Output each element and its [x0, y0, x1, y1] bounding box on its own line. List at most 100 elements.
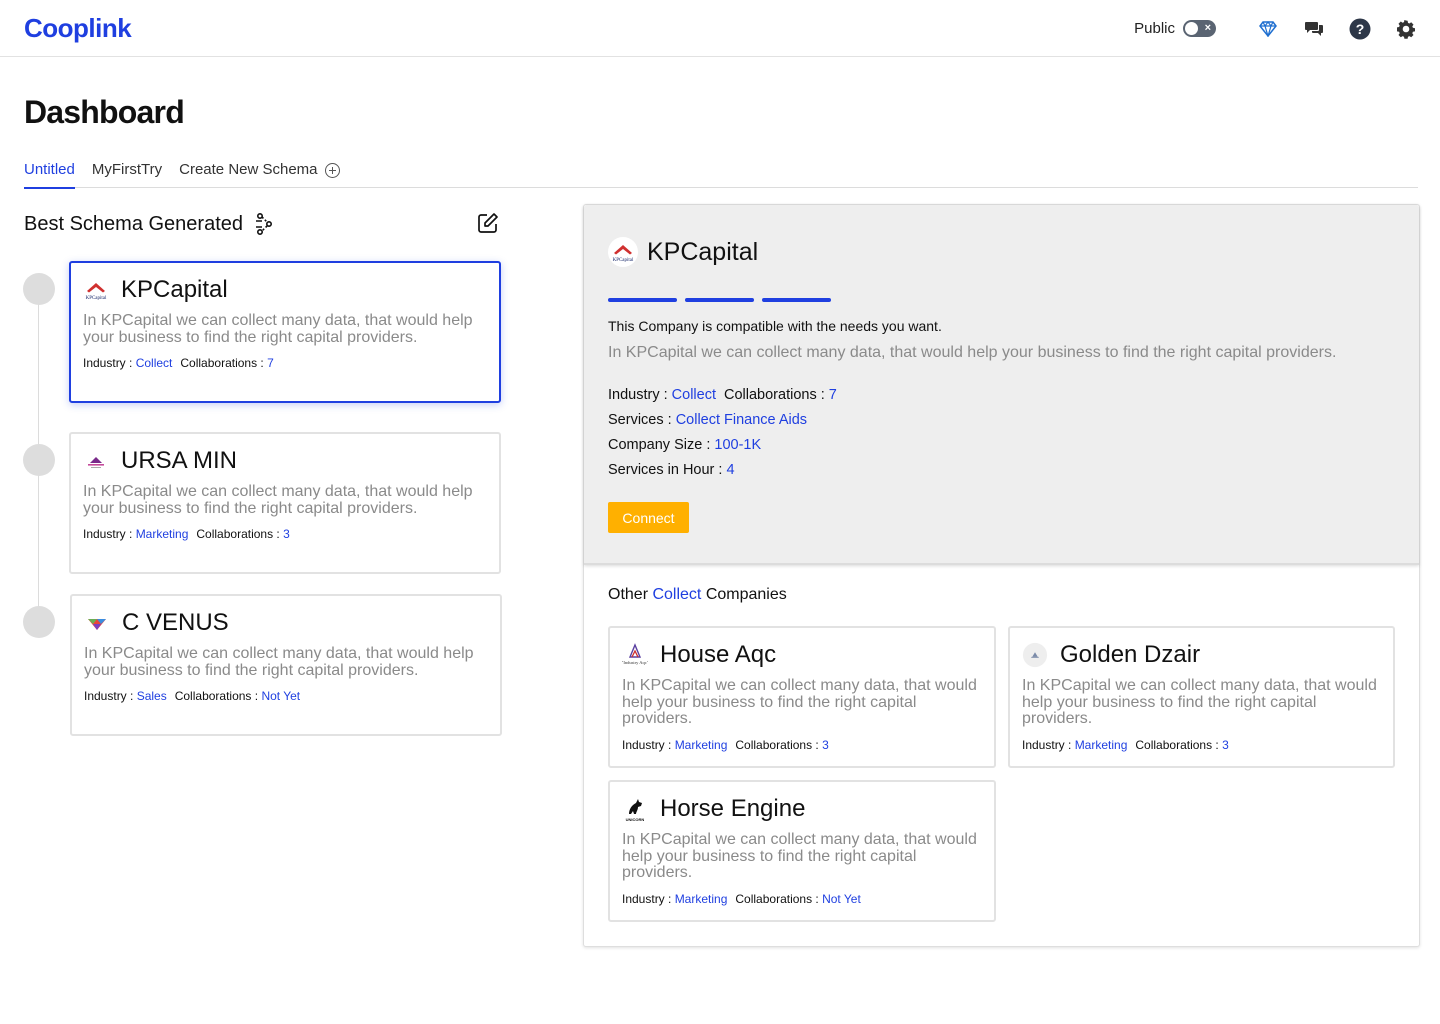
schema-card-kpcapital[interactable]: KPCapital KPCapital In KPCapital we can …	[69, 261, 501, 403]
collaborations-value: 3	[822, 737, 829, 752]
company-name: Golden Dzair	[1060, 641, 1201, 668]
company-name: KPCapital	[121, 276, 228, 303]
public-toggle[interactable]: ×	[1183, 20, 1216, 37]
company-description: In KPCapital we can collect many data, t…	[622, 677, 977, 727]
other-card-golden-dzair[interactable]: Golden Dzair In KPCapital we can collect…	[1008, 626, 1395, 768]
other-card-house-aqc[interactable]: "Industry Aqc" House Aqc In KPCapital we…	[608, 626, 996, 768]
toggle-knob	[1185, 22, 1198, 35]
help-icon[interactable]: ?	[1348, 17, 1372, 41]
chat-icon[interactable]	[1302, 17, 1326, 41]
company-name: House Aqc	[660, 641, 777, 668]
industry-label: Industry :	[83, 527, 136, 541]
collaborations-value: 3	[283, 527, 290, 541]
company-description: In KPCapital we can collect many data, t…	[1022, 677, 1377, 727]
tab-label: Untitled	[24, 161, 75, 178]
detail-hours-row: Services in Hour : 4	[608, 462, 735, 478]
detail-description: In KPCapital we can collect many data, t…	[608, 344, 1337, 361]
public-label: Public	[1134, 20, 1175, 37]
schema-card-ursa-min[interactable]: URSA MIN In KPCapital we can collect man…	[69, 432, 501, 574]
company-name: URSA MIN	[121, 447, 238, 474]
compatibility-bar	[608, 298, 677, 302]
compatibility-bars	[608, 298, 831, 302]
industry-value[interactable]: Marketing	[1075, 738, 1128, 752]
connect-button[interactable]: Connect	[608, 502, 689, 533]
gear-icon[interactable]	[1394, 17, 1418, 41]
services-value[interactable]: Collect Finance Aids	[676, 412, 807, 428]
industry-value[interactable]: Sales	[137, 689, 167, 703]
other-suffix: Companies	[701, 586, 787, 603]
tab-myfirsttry[interactable]: MyFirstTry	[92, 158, 162, 188]
company-meta: Industry : Collect Collaborations : 7	[83, 356, 487, 370]
card-header: UNICORN Horse Engine	[622, 794, 982, 824]
tab-create-new-schema[interactable]: Create New Schema	[179, 158, 340, 188]
card-header: Golden Dzair	[1022, 640, 1381, 670]
company-detail-summary: KPCapital KPCapital This Company is comp…	[584, 205, 1419, 565]
other-category[interactable]: Collect	[652, 586, 701, 603]
company-meta: Industry : Marketing Collaborations : 3	[1022, 738, 1381, 752]
ursa-min-logo	[83, 448, 109, 474]
detail-industry-row: Industry : Collect Collaborations : 7	[608, 387, 837, 403]
house-aqc-logo: "Industry Aqc"	[622, 642, 648, 668]
detail-header: KPCapital KPCapital	[608, 237, 758, 267]
schema-tabs: Untitled MyFirstTry Create New Schema	[24, 158, 1418, 189]
company-description: In KPCapital we can collect many data, t…	[622, 831, 977, 881]
company-description: In KPCapital we can collect many data, t…	[83, 483, 473, 517]
industry-label: Industry :	[608, 387, 672, 403]
detail-size-row: Company Size : 100-1K	[608, 437, 761, 453]
close-icon: ×	[1204, 22, 1211, 34]
company-name: C VENUS	[122, 609, 229, 636]
app-logo[interactable]: Cooplink	[24, 13, 132, 44]
industry-value[interactable]: Collect	[136, 356, 173, 370]
services-label: Services :	[608, 412, 676, 428]
company-description: In KPCapital we can collect many data, t…	[83, 312, 473, 346]
services-hour-value: 4	[726, 462, 735, 478]
tab-untitled[interactable]: Untitled	[24, 158, 75, 189]
company-size-label: Company Size :	[608, 437, 715, 453]
industry-label: Industry :	[1022, 737, 1075, 752]
other-companies-title: Other Collect Companies	[608, 586, 787, 604]
collaborations-value: 7	[828, 387, 837, 403]
industry-value[interactable]: Collect	[672, 387, 716, 403]
horse-engine-logo: UNICORN	[622, 796, 648, 822]
compatibility-bar	[685, 298, 754, 302]
other-prefix: Other	[608, 586, 653, 603]
collaborations-label: Collaborations :	[1135, 737, 1223, 752]
collaborations-label: Collaborations :	[724, 387, 829, 403]
svg-text:?: ?	[1356, 21, 1365, 37]
golden-dzair-logo	[1022, 642, 1048, 668]
industry-label: Industry :	[84, 689, 137, 703]
industry-label: Industry :	[622, 737, 675, 752]
collaborations-label: Collaborations :	[735, 891, 823, 906]
other-card-horse-engine[interactable]: UNICORN Horse Engine In KPCapital we can…	[608, 780, 996, 922]
company-meta: Industry : Marketing Collaborations : Not…	[622, 892, 982, 906]
schema-card-c-venus[interactable]: C VENUS In KPCapital we can collect many…	[70, 594, 502, 736]
industry-value[interactable]: Marketing	[675, 738, 728, 752]
collaborations-label: Collaborations :	[174, 689, 262, 703]
kpcapital-logo: KPCapital	[83, 277, 109, 303]
compatibility-bar	[762, 298, 831, 302]
collaborations-label: Collaborations :	[196, 527, 284, 541]
collaborations-value: Not Yet	[261, 689, 301, 703]
schema-path-icon	[256, 212, 273, 235]
card-header: "Industry Aqc" House Aqc	[622, 640, 982, 670]
card-header: C VENUS	[84, 608, 488, 638]
svg-text:UNICORN: UNICORN	[626, 817, 645, 822]
industry-label: Industry :	[83, 356, 136, 370]
collaborations-value: 3	[1222, 737, 1229, 752]
diamond-icon[interactable]	[1256, 17, 1280, 41]
collaborations-value: 7	[267, 356, 274, 370]
industry-value[interactable]: Marketing	[136, 527, 189, 541]
edit-icon[interactable]	[477, 212, 499, 239]
add-circle-icon	[324, 163, 340, 178]
timeline-dot	[23, 273, 55, 305]
top-actions: Public × ?	[1134, 0, 1418, 57]
collaborations-label: Collaborations :	[180, 356, 268, 370]
card-header: URSA MIN	[83, 446, 487, 476]
company-name: Horse Engine	[660, 795, 806, 822]
schema-title-text: Best Schema Generated	[24, 212, 244, 235]
company-size-value: 100-1K	[714, 437, 762, 453]
detail-services-row: Services : Collect Finance Aids	[608, 412, 807, 428]
industry-value[interactable]: Marketing	[675, 892, 728, 906]
services-hour-label: Services in Hour :	[608, 462, 727, 478]
kpcapital-logo: KPCapital	[608, 237, 638, 267]
